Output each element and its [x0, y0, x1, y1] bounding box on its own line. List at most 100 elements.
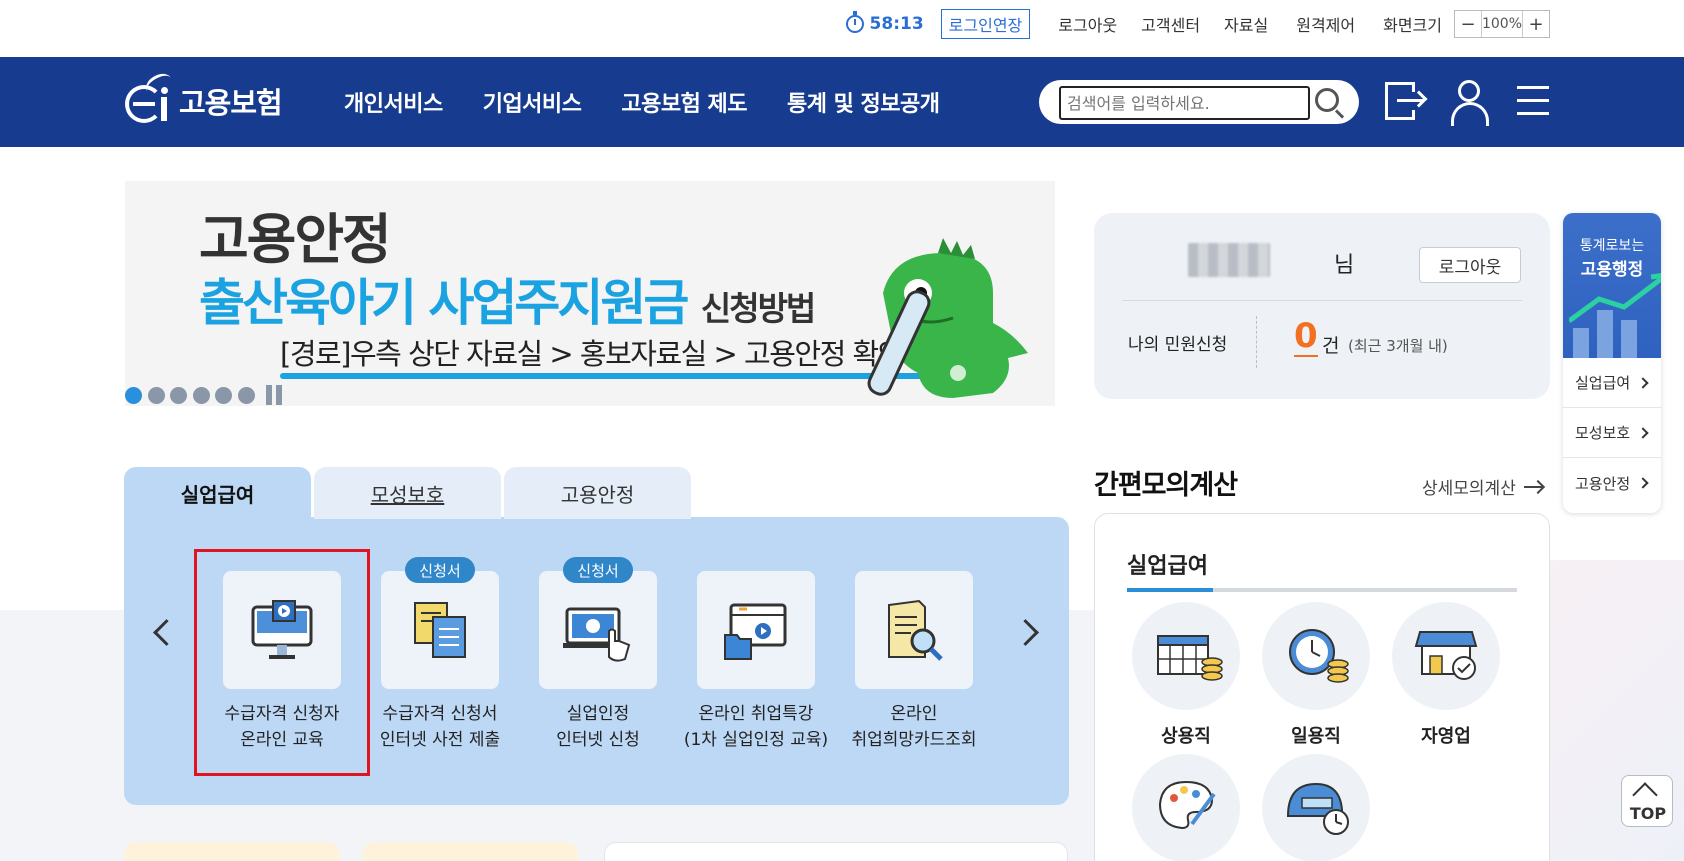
main-navigation: 개인서비스 기업서비스 고용보험 제도 통계 및 정보공개: [344, 57, 980, 147]
banner-dot-6[interactable]: [237, 386, 255, 404]
service-card: 신청서: [381, 557, 499, 689]
service-online-job-lecture[interactable]: 온라인 취업특강 (1차 실업인정 교육): [676, 571, 836, 753]
calc-item-daily[interactable]: 일용직: [1256, 602, 1376, 748]
documents-icon: [414, 602, 466, 658]
service-label-line2: (1차 실업인정 교육): [683, 730, 829, 750]
calc-circle: [1262, 602, 1370, 710]
service-card: [697, 571, 815, 689]
tab-unemployment-benefit[interactable]: 실업급여: [124, 467, 311, 519]
service-label: 온라인 취업특강 (1차 실업인정 교육): [684, 701, 828, 753]
quick-menu: 통계로보는 고용행정 실업급여 모성보호 고용안정: [1563, 213, 1661, 513]
banner-dot-3[interactable]: [170, 386, 187, 404]
calc-progress-track: [1127, 588, 1517, 592]
ei-logo-icon: [123, 69, 177, 127]
card-logout-button[interactable]: 로그아웃: [1419, 247, 1521, 283]
application-badge: 신청서: [563, 557, 633, 583]
dinosaur-mascot-icon: [867, 238, 1028, 398]
banner-headline-sub: 신청방법: [700, 289, 816, 328]
detail-calc-link[interactable]: 상세모의계산: [1422, 474, 1544, 499]
calendar-coins-icon: [1157, 635, 1223, 681]
calc-item-artist[interactable]: [1126, 754, 1246, 861]
calc-circle: [1132, 754, 1240, 861]
util-link-customer-center[interactable]: 고객센터: [1141, 12, 1200, 36]
arrow-right-icon: [1523, 480, 1544, 494]
scroll-top-button[interactable]: TOP: [1621, 775, 1673, 827]
quick-item-maternity[interactable]: 모성보호: [1563, 408, 1661, 458]
service-job-card-lookup[interactable]: 온라인 취업희망카드조회: [834, 571, 994, 753]
application-count[interactable]: 0: [1294, 317, 1318, 357]
service-application-submit[interactable]: 신청서 수급자격 신청서 인터넷 사전 제출: [360, 557, 520, 753]
user-name-blurred: [1188, 243, 1270, 277]
util-link-library[interactable]: 자료실: [1224, 12, 1268, 36]
search-icon[interactable]: [1313, 86, 1345, 119]
service-label: 수급자격 신청서 인터넷 사전 제출: [380, 701, 500, 753]
service-label-line2: 인터넷 사전 제출: [379, 730, 501, 750]
service-label-line1: 온라인 취업특강: [698, 704, 814, 724]
login-extend-button[interactable]: 로그인연장: [940, 9, 1031, 39]
util-link-remote-control[interactable]: 원격제어: [1296, 12, 1355, 36]
chevron-right-icon[interactable]: [1014, 613, 1044, 653]
tab-maternity-protection[interactable]: 모성보호: [314, 467, 501, 519]
banner-dot-2[interactable]: [147, 386, 165, 404]
application-count-note: (최근 3개월 내): [1348, 337, 1448, 355]
banner-dot-5[interactable]: [215, 386, 232, 404]
pause-icon[interactable]: [266, 385, 286, 405]
nav-insurance-system[interactable]: 고용보험 제도: [621, 86, 747, 118]
banner-dot-1[interactable]: [125, 386, 142, 404]
stopwatch-icon: [845, 11, 864, 33]
calc-card: 실업급여 상용직 일용직 자영업: [1094, 513, 1550, 861]
banner-pagination: [125, 385, 286, 405]
quick-item-stability[interactable]: 고용안정: [1563, 458, 1661, 508]
zoom-control: − 100% +: [1454, 10, 1550, 38]
calc-circle: [1132, 602, 1240, 710]
bottom-card-peek-3: [604, 842, 1068, 861]
calc-item-label: 상용직: [1161, 726, 1211, 747]
top-label: TOP: [1629, 804, 1667, 823]
calc-section-title: 간편모의계산: [1094, 470, 1238, 501]
quick-item-unemployment[interactable]: 실업급여: [1563, 358, 1661, 408]
main-header: 고용보험 개인서비스 기업서비스 고용보험 제도 통계 및 정보공개: [0, 57, 1684, 147]
service-panel: 수급자격 신청자 온라인 교육 신청서 수급자격 신청서 인터넷 사전 제출 신…: [124, 517, 1069, 805]
banner-path: [경로]우측 상단 자료실 > 홍보자료실 > 고용안정 확인: [280, 337, 904, 371]
nav-business-service[interactable]: 기업서비스: [483, 86, 582, 118]
zoom-label: 화면크기: [1383, 16, 1442, 35]
utility-menu: 58:13 로그인연장 로그아웃 고객센터 자료실 원격제어 화면크기 − 10…: [845, 9, 1550, 39]
calc-item-special-employment[interactable]: [1256, 754, 1376, 861]
banner-dot-4[interactable]: [192, 386, 210, 404]
service-label: 온라인 취업희망카드조회: [851, 701, 976, 753]
calc-progress-fill: [1127, 588, 1213, 592]
bottom-card-peek-2: [362, 842, 578, 861]
store-check-icon: [1414, 631, 1478, 680]
user-icon[interactable]: [1447, 78, 1493, 126]
calc-item-label: 자영업: [1421, 726, 1471, 747]
calc-item-label: 일용직: [1291, 726, 1341, 747]
palette-icon: [1158, 780, 1216, 830]
search-input[interactable]: [1059, 86, 1310, 120]
nav-personal-service[interactable]: 개인서비스: [344, 86, 443, 118]
site-logo[interactable]: 고용보험: [123, 69, 283, 129]
zoom-in-button[interactable]: +: [1523, 11, 1549, 37]
service-unemployment-recognition[interactable]: 신청서 실업인정 인터넷 신청: [518, 557, 678, 753]
nav-statistics[interactable]: 통계 및 정보공개: [787, 86, 940, 118]
service-label-line2: 인터넷 신청: [556, 730, 640, 750]
video-folder-icon: [724, 603, 787, 660]
logout-icon[interactable]: [1381, 78, 1428, 124]
logo-text: 고용보험: [179, 86, 283, 120]
tab-employment-stability[interactable]: 고용안정: [504, 467, 691, 519]
statistics-banner[interactable]: 통계로보는 고용행정: [1563, 213, 1661, 358]
calc-item-self-employed[interactable]: 자영업: [1386, 602, 1506, 748]
calc-subtitle: 실업급여: [1127, 554, 1208, 579]
tab-label: 실업급여: [180, 482, 255, 507]
trend-arrow-icon: [1569, 273, 1661, 324]
zoom-value: 100%: [1481, 11, 1523, 37]
main-banner[interactable]: 고용안정 출산육아기 사업주지원금 신청방법 [경로]우측 상단 자료실 > 홍…: [125, 181, 1055, 406]
chevron-left-icon[interactable]: [149, 613, 179, 653]
service-label-line1: 실업인정: [566, 704, 630, 724]
hamburger-menu-icon[interactable]: [1511, 78, 1557, 124]
zoom-out-button[interactable]: −: [1455, 11, 1481, 37]
detail-calc-link-label: 상세모의계산: [1422, 479, 1516, 499]
util-link-logout[interactable]: 로그아웃: [1058, 12, 1117, 36]
service-tabs: 실업급여 모성보호 고용안정: [124, 467, 694, 519]
calc-item-regular[interactable]: 상용직: [1126, 602, 1246, 748]
user-honorific: 님: [1334, 253, 1355, 278]
